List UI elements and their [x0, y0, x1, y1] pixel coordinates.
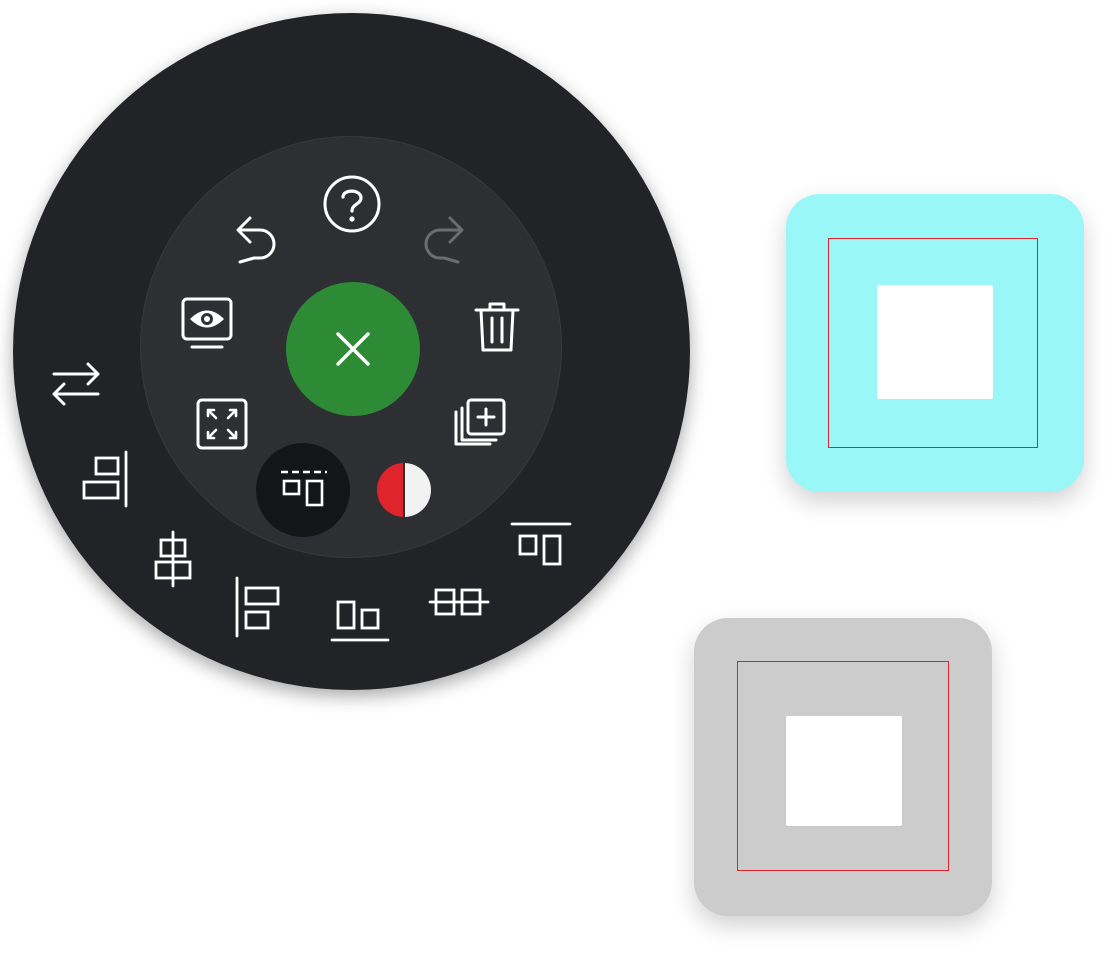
fit-to-screen-icon: [196, 398, 248, 450]
delete-button[interactable]: [468, 296, 526, 358]
trash-icon: [474, 302, 520, 352]
add-layer-icon: [454, 398, 506, 446]
align-center-vertical-icon: [428, 588, 490, 616]
grey-frame-shape[interactable]: [694, 618, 992, 916]
fit-to-screen-button[interactable]: [192, 394, 252, 454]
selection-outline: [737, 661, 949, 871]
selected-cyan-frame-shape[interactable]: [786, 194, 1084, 492]
align-top-button[interactable]: [508, 516, 574, 574]
align-top-icon: [510, 522, 572, 566]
close-button[interactable]: [286, 282, 420, 416]
undo-button[interactable]: [228, 206, 284, 266]
align-right-icon: [82, 450, 128, 508]
help-button[interactable]: [320, 172, 384, 236]
align-center-horizontal-icon: [154, 530, 192, 588]
align-top-icon: [281, 470, 327, 507]
redo-icon: [424, 216, 464, 264]
redo-button[interactable]: [416, 206, 472, 266]
display-button[interactable]: [176, 292, 238, 356]
align-left-icon: [235, 576, 280, 638]
swap-arrows-icon: [52, 362, 100, 406]
align-bottom-button[interactable]: [328, 590, 392, 648]
close-icon: [336, 332, 370, 366]
color-button[interactable]: [374, 460, 434, 520]
eye-display-icon: [181, 297, 233, 349]
align-left-button[interactable]: [230, 574, 284, 640]
align-center-vertical-button[interactable]: [426, 580, 492, 626]
help-icon: [323, 175, 381, 233]
undo-icon: [236, 216, 276, 264]
align-bottom-icon: [330, 600, 390, 642]
swap-button[interactable]: [46, 356, 106, 412]
align-center-horizontal-button[interactable]: [148, 528, 198, 590]
selection-outline: [828, 238, 1038, 448]
half-color-swatch-icon: [377, 463, 431, 517]
align-right-button[interactable]: [78, 448, 132, 510]
align-top-inner-button[interactable]: [276, 464, 332, 516]
add-layer-button[interactable]: [448, 394, 510, 454]
